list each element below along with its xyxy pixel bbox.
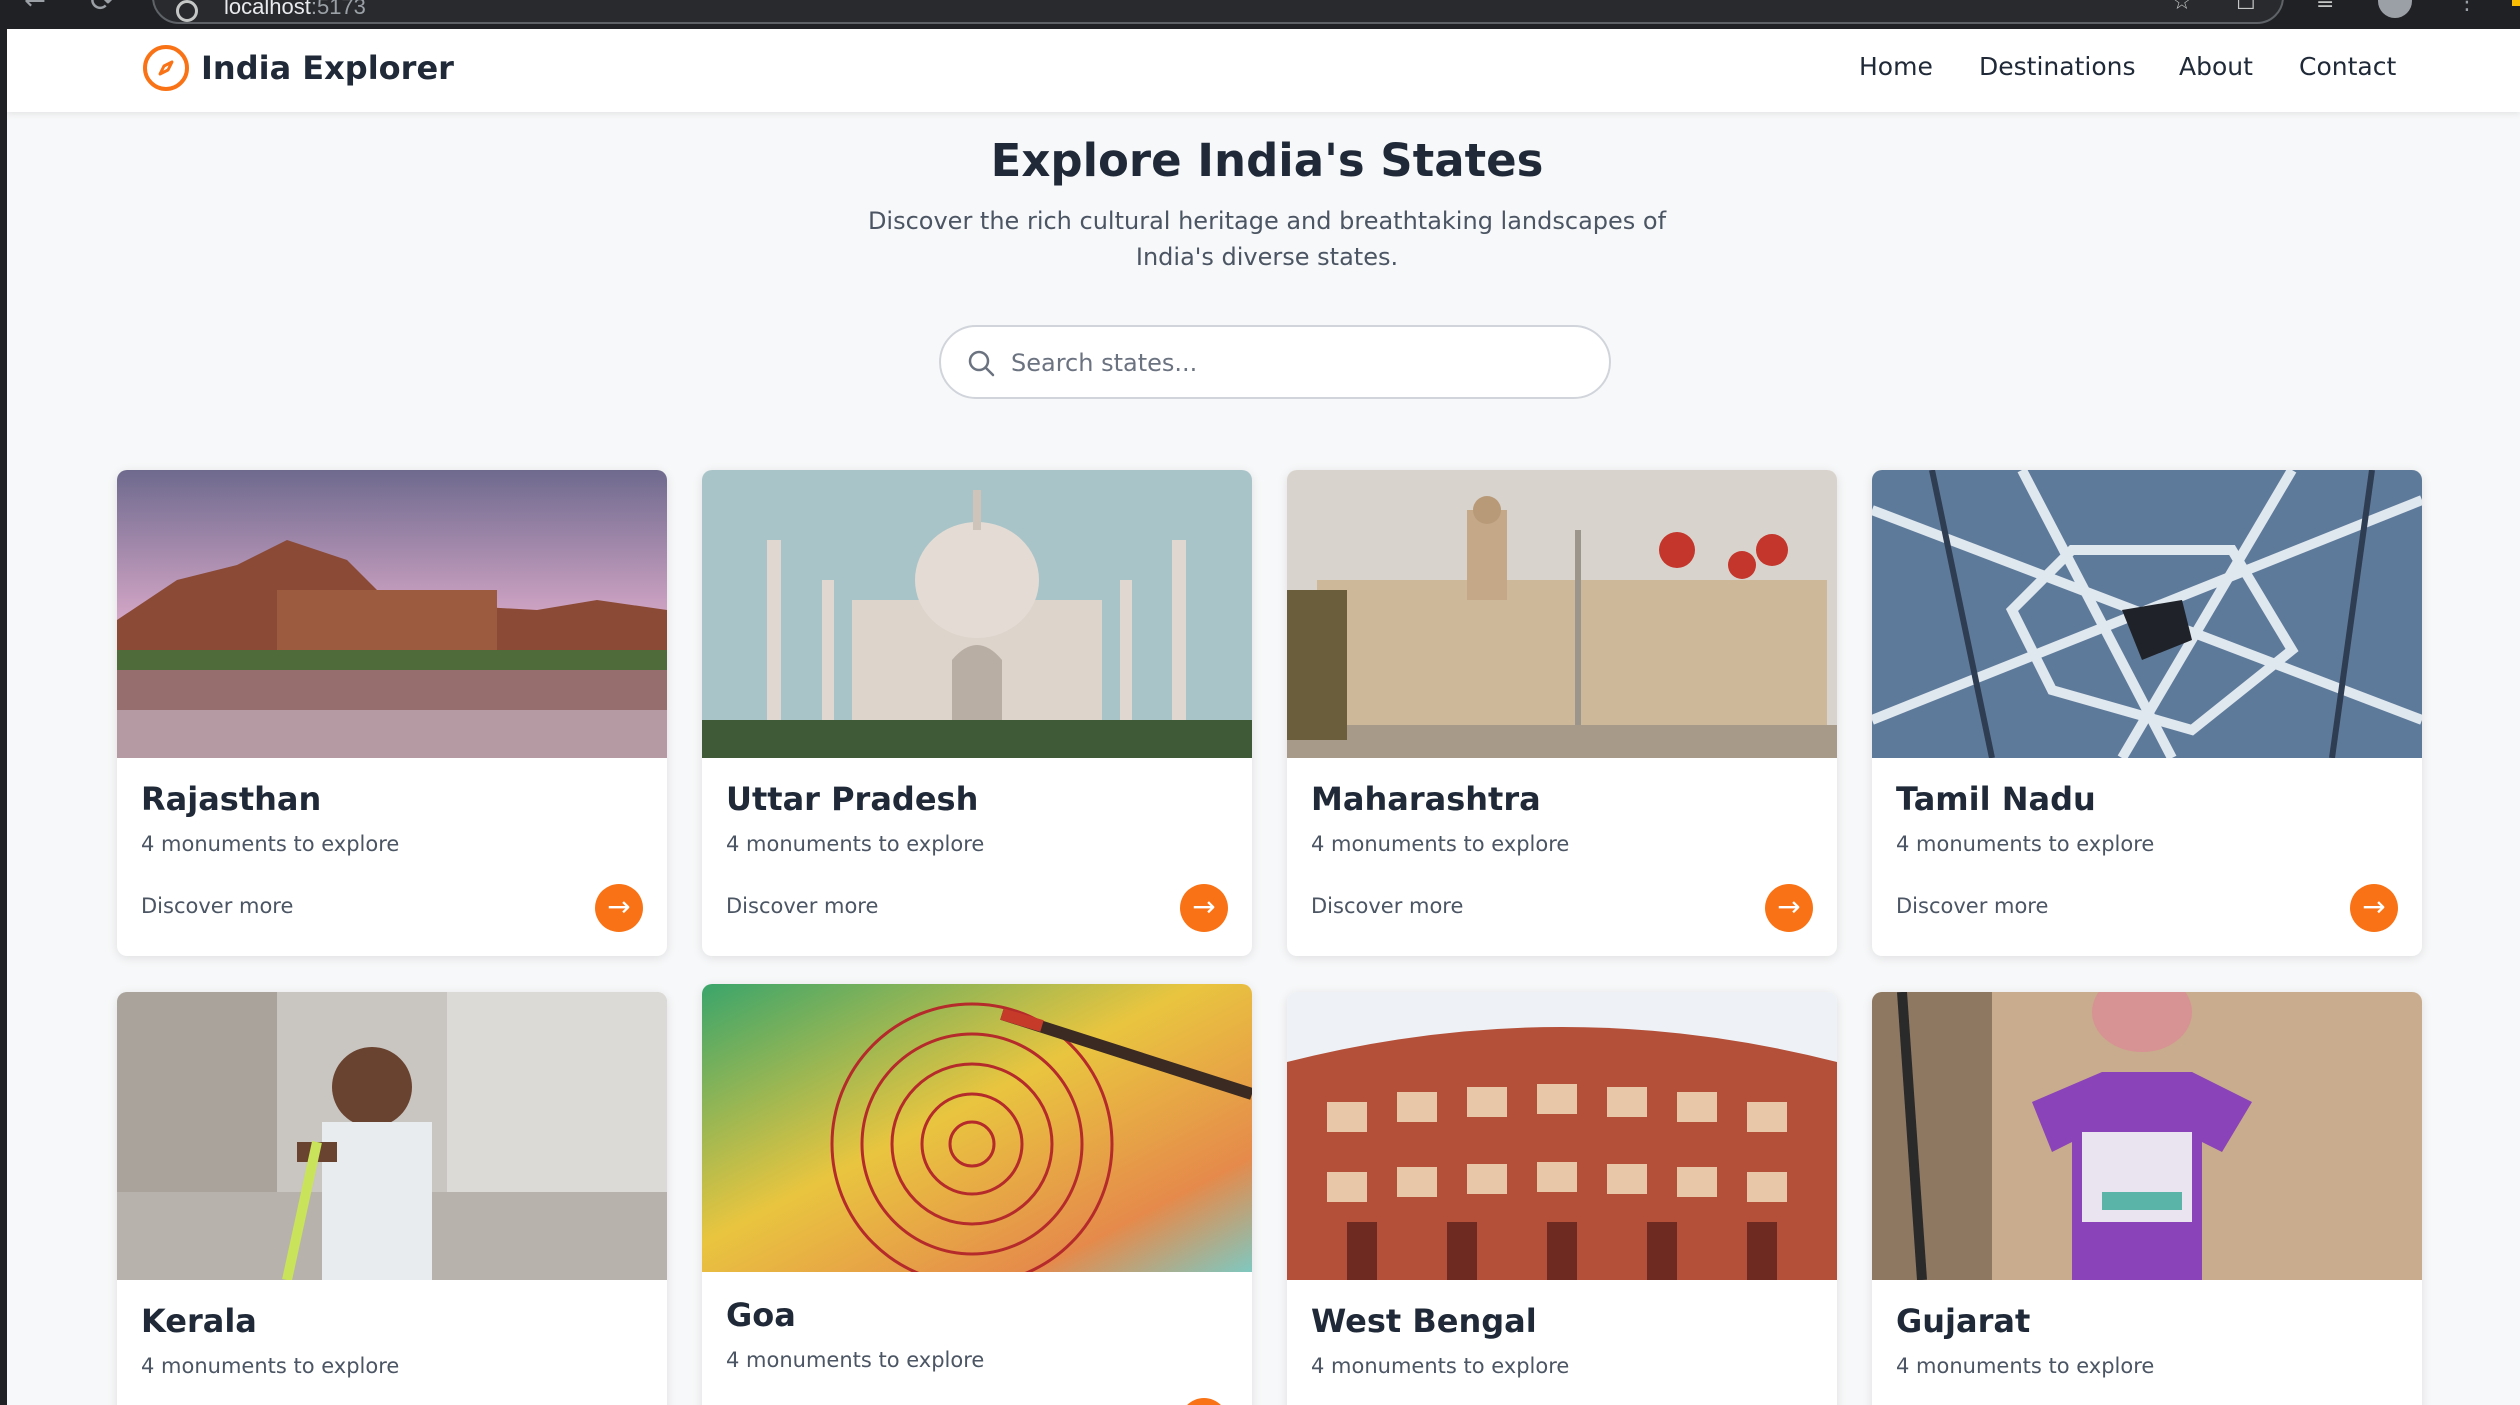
card-title: Gujarat [1896,1302,2031,1340]
card-image [1872,470,2422,758]
state-card-kerala[interactable]: Kerala 4 monuments to explore [117,992,667,1405]
card-subtitle: 4 monuments to explore [726,1348,985,1372]
search-icon [967,349,997,383]
compass-icon [143,45,189,91]
url-port: :5173 [310,0,366,19]
card-subtitle: 4 monuments to explore [141,1354,400,1378]
browser-chrome: ← ⟳ localhost:5173 ☆ ☐ ≡ ⋮ [0,0,2520,29]
card-title: Goa [726,1296,796,1334]
state-card-goa[interactable]: Goa 4 monuments to explore → [702,984,1252,1405]
state-card-maharashtra[interactable]: Maharashtra 4 monuments to explore Disco… [1287,470,1837,956]
arrow-right-icon[interactable]: → [1180,1398,1228,1405]
discover-more-link[interactable]: Discover more [141,894,293,918]
arrow-right-icon[interactable]: → [1180,884,1228,932]
arrow-right-icon[interactable]: → [1765,884,1813,932]
page-viewport: India Explorer Home Destinations About C… [0,29,2520,1405]
card-image [702,984,1252,1272]
discover-more-link[interactable]: Discover more [726,894,878,918]
reload-icon[interactable]: ⟳ [90,0,115,19]
card-subtitle: 4 monuments to explore [1896,832,2155,856]
arrow-right-icon[interactable]: → [595,884,643,932]
profile-avatar[interactable] [2378,0,2412,18]
navbar: India Explorer Home Destinations About C… [7,29,2520,112]
search-box[interactable] [939,325,1611,399]
arrow-right-icon[interactable]: → [2350,884,2398,932]
card-subtitle: 4 monuments to explore [726,832,985,856]
nav-home[interactable]: Home [1859,52,1933,81]
reading-list-icon[interactable]: ≡ [2316,0,2334,15]
card-title: Kerala [141,1302,257,1340]
state-card-gujarat[interactable]: Gujarat 4 monuments to explore [1872,992,2422,1405]
card-image [117,992,667,1280]
star-icon[interactable]: ☆ [2172,0,2192,15]
card-subtitle: 4 monuments to explore [1896,1354,2155,1378]
address-bar[interactable]: localhost:5173 [152,0,2284,24]
card-image [1287,470,1837,758]
bookmark-icon[interactable]: ☐ [2236,0,2256,15]
card-image [702,470,1252,758]
nav-destinations[interactable]: Destinations [1979,52,2135,81]
state-card-tamil-nadu[interactable]: Tamil Nadu 4 monuments to explore Discov… [1872,470,2422,956]
card-title: West Bengal [1311,1302,1537,1340]
card-title: Maharashtra [1311,780,1541,818]
discover-more-link[interactable]: Discover more [1896,894,2048,918]
address-text[interactable]: localhost:5173 [224,0,366,20]
card-subtitle: 4 monuments to explore [1311,832,1570,856]
card-image [1287,992,1837,1280]
card-title: Tamil Nadu [1896,780,2096,818]
back-icon[interactable]: ← [24,0,46,16]
discover-more-link[interactable]: Discover more [1311,894,1463,918]
brand-name: India Explorer [201,49,454,87]
nav-contact[interactable]: Contact [2299,52,2396,81]
update-indicator [2512,0,2520,6]
card-title: Rajasthan [141,780,322,818]
brand-logo[interactable]: India Explorer [143,45,454,91]
card-title: Uttar Pradesh [726,780,979,818]
page-title: Explore India's States [990,134,1544,187]
nav-about[interactable]: About [2179,52,2253,81]
state-card-rajasthan[interactable]: Rajasthan 4 monuments to explore Discove… [117,470,667,956]
state-card-uttar-pradesh[interactable]: Uttar Pradesh 4 monuments to explore Dis… [702,470,1252,956]
site-info-icon[interactable] [176,0,198,22]
card-image [1872,992,2422,1280]
card-subtitle: 4 monuments to explore [141,832,400,856]
card-image [117,470,667,758]
card-subtitle: 4 monuments to explore [1311,1354,1570,1378]
page-subtitle: Discover the rich cultural heritage and … [867,207,1667,271]
url-host: localhost [224,0,311,19]
state-card-west-bengal[interactable]: West Bengal 4 monuments to explore [1287,992,1837,1405]
search-input[interactable] [1011,339,1591,387]
more-menu-icon[interactable]: ⋮ [2456,0,2478,15]
